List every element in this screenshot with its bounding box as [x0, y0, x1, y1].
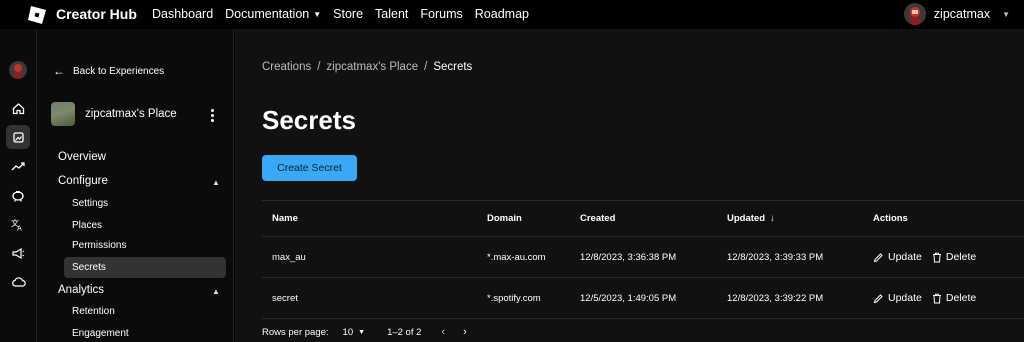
cell-actions: Update Delete [873, 278, 986, 318]
localization-icon[interactable]: 文A [6, 212, 30, 236]
roblox-logo-icon[interactable] [27, 5, 47, 25]
sidebar-section-configure[interactable]: Configure [58, 175, 108, 187]
main-content: Creations / zipcatmax's Place / Secrets Secr… [235, 29, 1024, 342]
sidebar-item-permissions[interactable]: Permissions [72, 240, 126, 251]
icon-rail: 文A [0, 29, 37, 342]
sidebar-item-retention[interactable]: Retention [72, 306, 115, 317]
cell-domain: *.spotify.com [487, 292, 541, 304]
create-secret-button[interactable]: Create Secret [262, 155, 357, 181]
analytics-icon[interactable] [6, 154, 30, 178]
column-header-updated-label: Updated [727, 213, 765, 224]
sidebar-item-places[interactable]: Places [72, 220, 102, 231]
cloud-icon[interactable] [6, 270, 30, 294]
cell-created: 12/5/2023, 1:49:05 PM [580, 292, 677, 304]
table-bottom-divider [262, 318, 1024, 319]
delete-button[interactable]: Delete [932, 292, 976, 304]
monetization-icon[interactable] [6, 183, 30, 207]
marketing-icon[interactable] [6, 241, 30, 265]
delete-label: Delete [945, 292, 977, 304]
cell-domain: *.max-au.com [487, 251, 546, 263]
table-row: secret *.spotify.com 12/5/2023, 1:49:05 … [262, 277, 1024, 318]
caret-down-icon: ▼ [358, 328, 366, 336]
nav-dashboard[interactable]: Dashboard [152, 7, 213, 21]
sidebar-item-engagement[interactable]: Engagement [72, 328, 129, 339]
update-button[interactable]: Update [873, 251, 922, 263]
pagination-range: 1–2 of 2 [387, 326, 422, 338]
update-label: Update [888, 292, 922, 304]
trash-icon [932, 252, 941, 262]
sidebar-item-overview[interactable]: Overview [58, 151, 106, 163]
sidebar-item-settings[interactable]: Settings [72, 198, 108, 209]
rows-per-page-select[interactable]: 10 ▼ [343, 327, 366, 338]
rows-per-page-value: 10 [342, 326, 354, 338]
column-header-name[interactable]: Name [272, 201, 298, 236]
nav-documentation-label: Documentation [225, 7, 310, 21]
caret-down-icon: ▼ [313, 9, 322, 19]
nav-documentation[interactable]: Documentation ▼ [225, 7, 321, 21]
secrets-table: Name Domain Created Updated ↓ Actions max… [262, 200, 1024, 319]
rows-per-page-label: Rows per page: [262, 326, 329, 338]
table-row: max_au *.max-au.com 12/8/2023, 3:36:38 P… [262, 236, 1024, 277]
chevron-up-icon[interactable]: ▲ [212, 287, 220, 296]
trash-icon [932, 293, 941, 303]
user-avatar [903, 3, 926, 25]
breadcrumb-creations[interactable]: Creations [262, 61, 311, 73]
column-header-actions: Actions [873, 213, 908, 224]
nav-talent[interactable]: Talent [375, 7, 408, 21]
sidebar: ← Back to Experiences zipcatmax's Place … [37, 29, 234, 342]
breadcrumb-current: Secrets [433, 61, 473, 73]
brand-title[interactable]: Creator Hub [56, 6, 137, 22]
cell-updated: 12/8/2023, 3:39:33 PM [727, 251, 824, 263]
nav-forums[interactable]: Forums [420, 7, 462, 21]
delete-label: Delete [945, 251, 977, 263]
update-label: Update [888, 251, 922, 263]
cell-actions: Update Delete [873, 237, 986, 277]
previous-page-icon[interactable]: ‹ [441, 326, 445, 338]
back-to-experiences-link[interactable]: ← Back to Experiences [53, 64, 164, 78]
next-page-icon[interactable]: › [463, 326, 467, 338]
experience-name: zipcatmax's Place [85, 108, 177, 120]
delete-button[interactable]: Delete [932, 251, 976, 263]
column-header-created[interactable]: Created [580, 201, 615, 236]
cell-name: max_au [272, 251, 306, 263]
breadcrumb-experience[interactable]: zipcatmax's Place [326, 61, 418, 73]
rail-avatar[interactable] [6, 58, 30, 82]
sort-arrow-down-icon: ↓ [770, 213, 775, 224]
experience-thumbnail [51, 102, 75, 126]
username: zipcatmax [933, 7, 991, 21]
column-header-updated[interactable]: Updated ↓ [727, 201, 775, 236]
nav-roadmap[interactable]: Roadmap [475, 7, 529, 21]
experience-header: zipcatmax's Place [51, 102, 177, 126]
top-bar: Creator Hub Dashboard Documentation ▼ Sto… [0, 0, 1024, 29]
back-label: Back to Experiences [73, 65, 165, 77]
table-header-row: Name Domain Created Updated ↓ Actions [262, 200, 1024, 236]
chevron-up-icon[interactable]: ▲ [212, 178, 220, 187]
cell-name: secret [272, 292, 298, 304]
sidebar-item-secrets[interactable]: Secrets [72, 262, 106, 273]
page-title: Secrets [262, 105, 356, 135]
arrow-left-icon: ← [53, 64, 65, 78]
pencil-icon [873, 293, 883, 303]
pagination: Rows per page: 10 ▼ 1–2 of 2 ‹ › [262, 326, 467, 338]
more-options-icon[interactable] [211, 109, 214, 124]
breadcrumb: Creations / zipcatmax's Place / Secrets [262, 61, 473, 73]
home-icon[interactable] [6, 96, 30, 120]
pencil-icon [873, 252, 883, 262]
nav-store[interactable]: Store [333, 7, 363, 21]
cell-created: 12/8/2023, 3:36:38 PM [580, 251, 677, 263]
svg-text:A: A [17, 224, 22, 231]
creations-icon[interactable] [6, 125, 30, 149]
top-nav: Dashboard Documentation ▼ Store Talent Fo… [152, 7, 541, 21]
update-button[interactable]: Update [873, 292, 922, 304]
user-menu[interactable]: zipcatmax ▼ [903, 3, 1024, 25]
column-header-domain[interactable]: Domain [487, 201, 522, 236]
caret-down-icon: ▼ [1002, 9, 1010, 19]
sidebar-section-analytics[interactable]: Analytics [58, 284, 104, 296]
cell-updated: 12/8/2023, 3:39:22 PM [727, 292, 824, 304]
